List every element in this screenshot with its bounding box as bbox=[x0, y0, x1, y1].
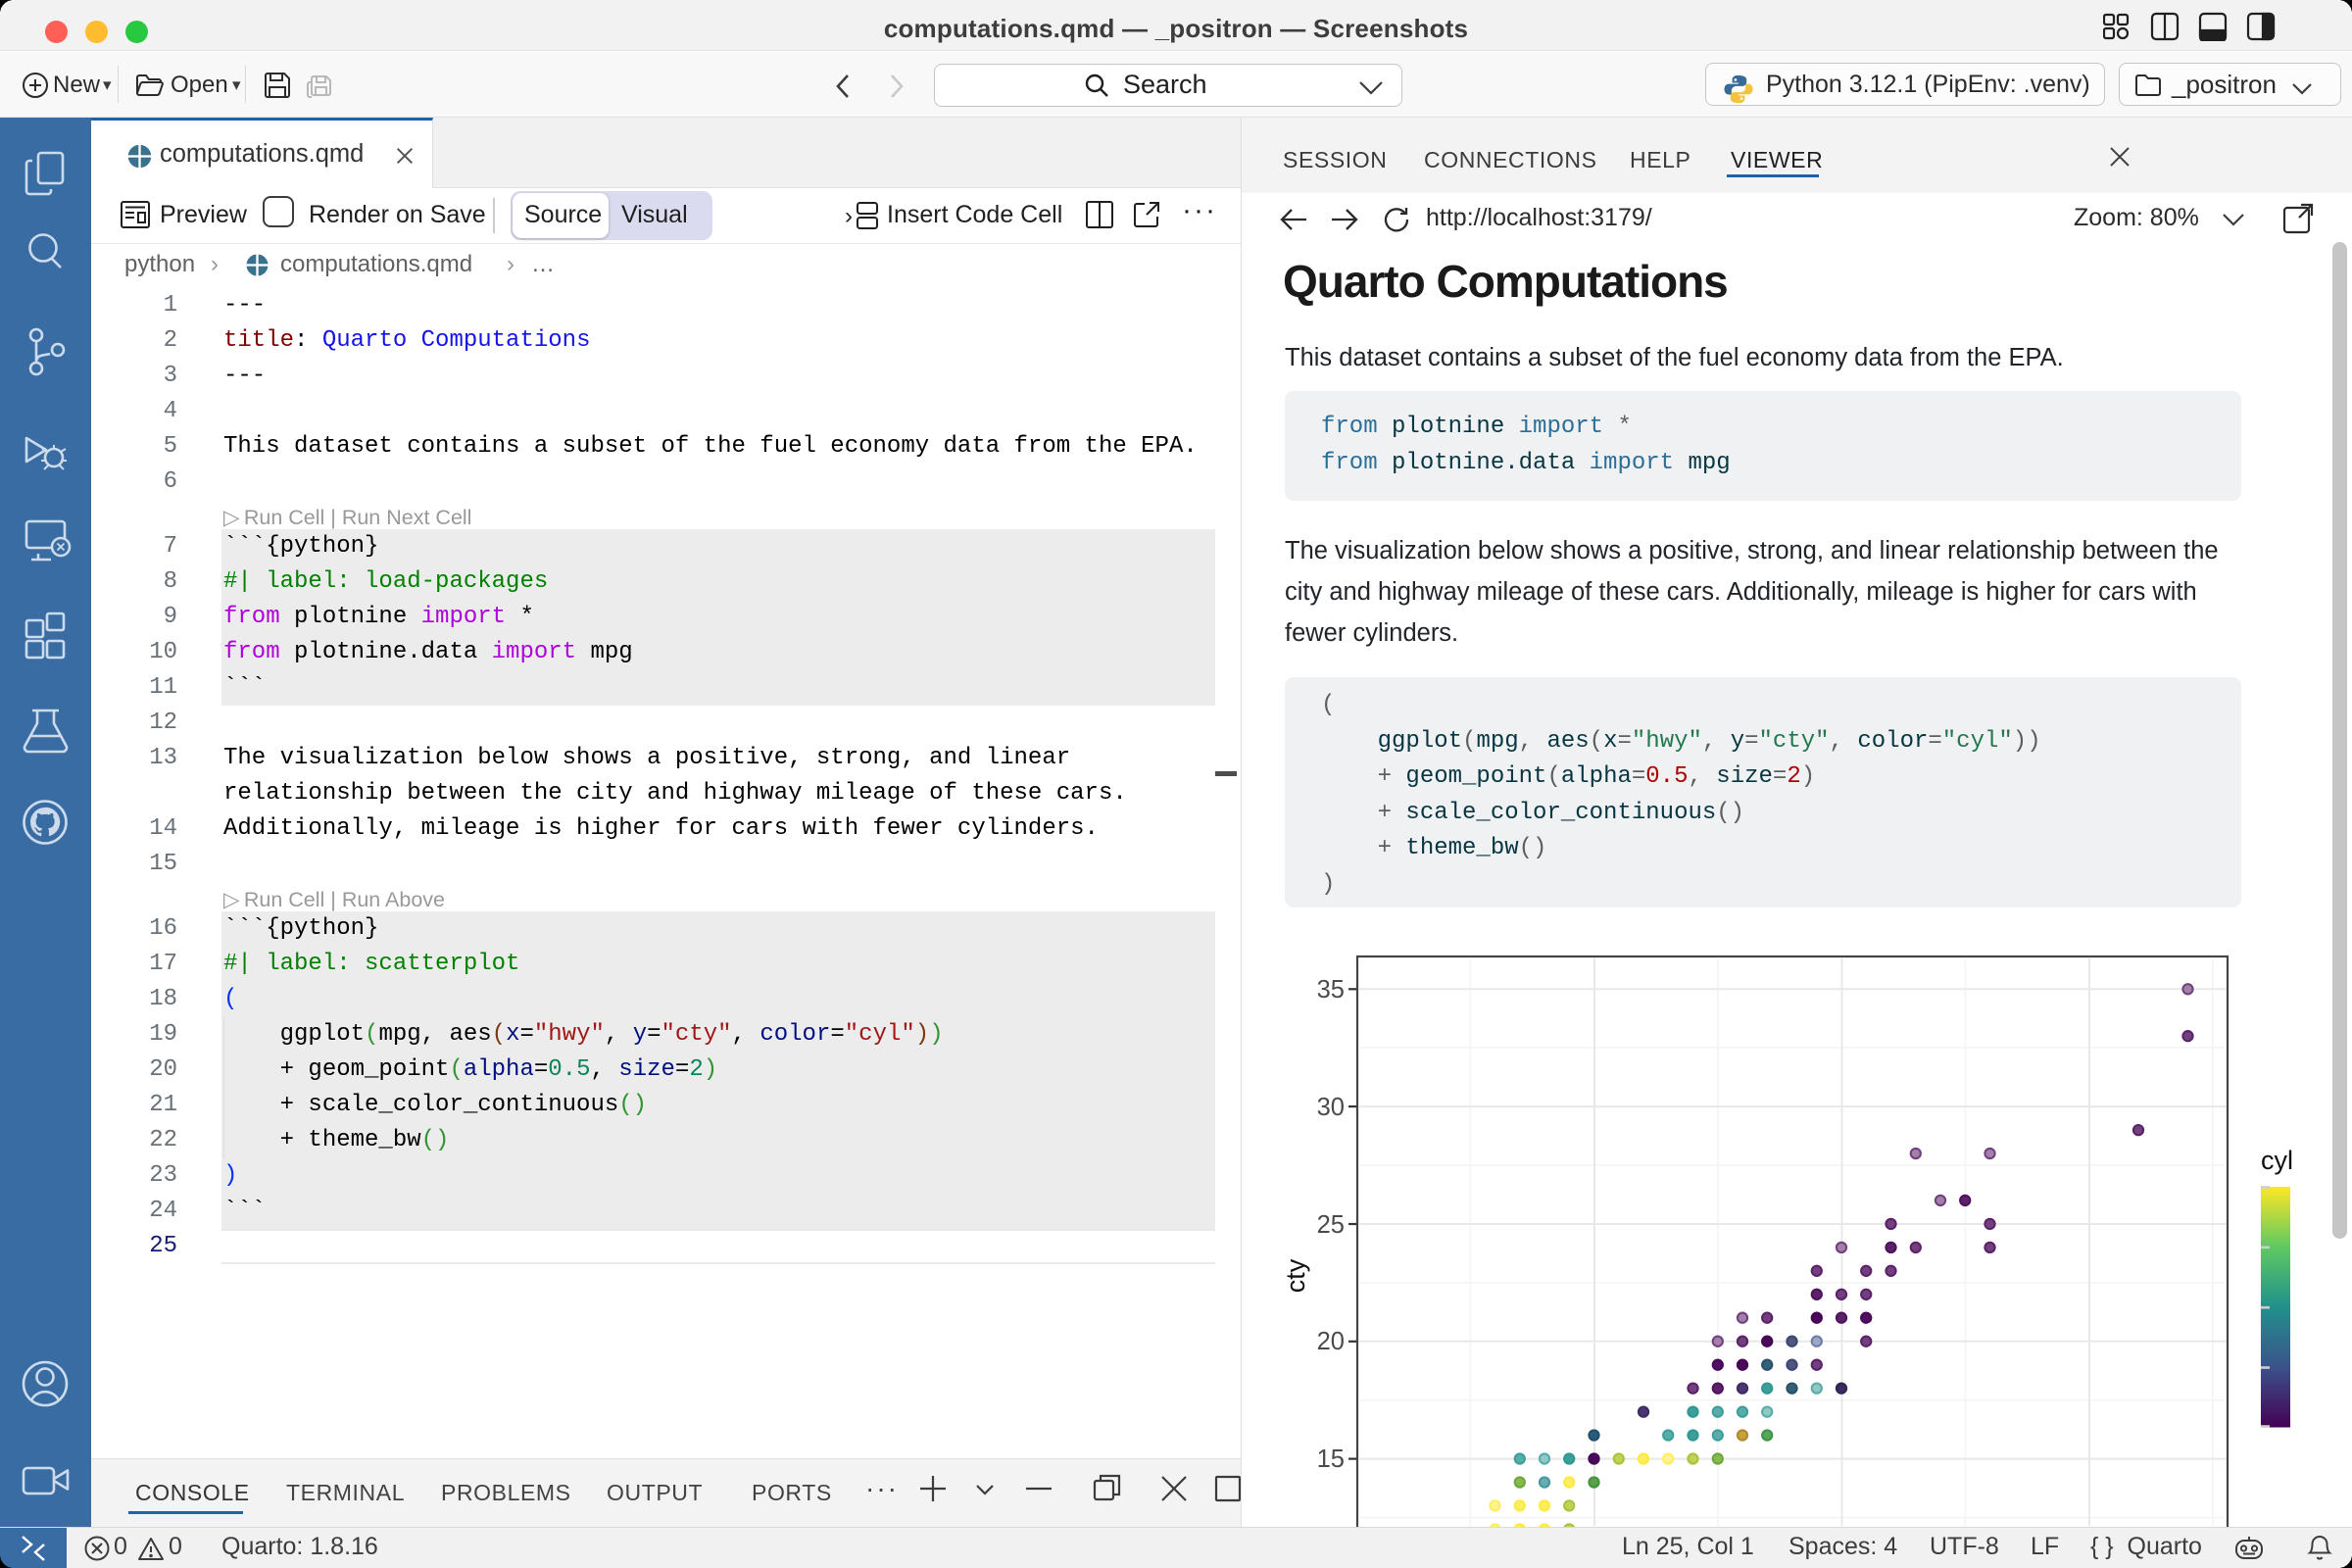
svg-text:cty: cty bbox=[1281, 1258, 1310, 1293]
svg-text:30: 30 bbox=[1317, 1094, 1345, 1121]
svg-text:15: 15 bbox=[1317, 1446, 1345, 1473]
svg-text:cyl: cyl bbox=[2261, 1146, 2293, 1175]
svg-text:20: 20 bbox=[1317, 1328, 1345, 1355]
svg-text:35: 35 bbox=[1317, 976, 1345, 1004]
svg-text:25: 25 bbox=[1317, 1211, 1345, 1239]
